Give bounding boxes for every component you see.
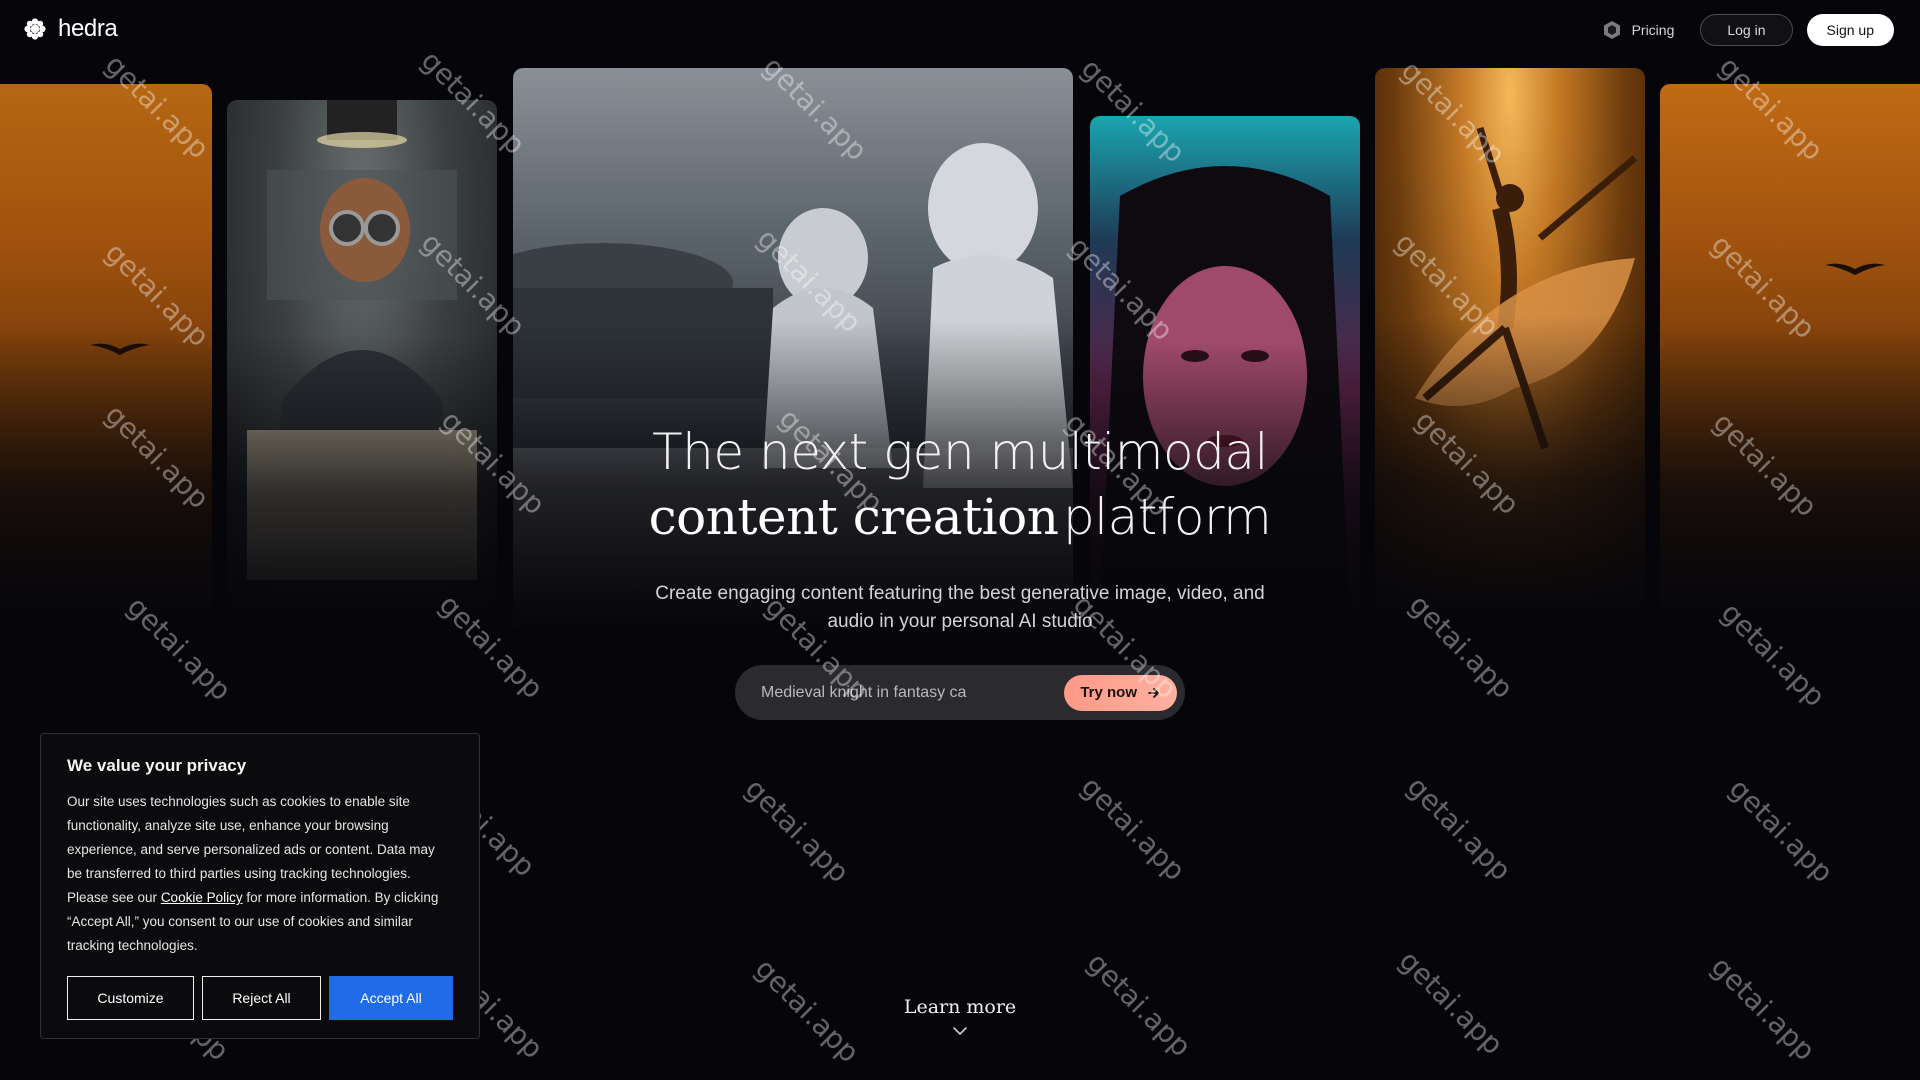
- try-now-label: Try now: [1080, 684, 1137, 701]
- login-button[interactable]: Log in: [1700, 14, 1793, 46]
- reject-all-button[interactable]: Reject All: [202, 976, 321, 1020]
- cookie-body: Our site uses technologies such as cooki…: [67, 790, 453, 958]
- bird-icon: [1825, 263, 1885, 275]
- hero-title-serif: content creation: [648, 488, 1059, 546]
- logo[interactable]: hedra: [24, 15, 118, 43]
- hedra-logo-icon: [24, 18, 46, 40]
- hero-title-line2: content creation platform: [0, 484, 1920, 563]
- watermark: getai.app: [1074, 770, 1192, 888]
- hero-title-line1: The next gen multimodal: [652, 423, 1268, 481]
- hero-title: The next gen multimodal content creation…: [0, 420, 1920, 563]
- pricing-link[interactable]: Pricing: [1602, 20, 1675, 40]
- chevron-down-icon: [953, 1027, 967, 1036]
- top-nav: hedra Pricing Log in Sign up: [0, 0, 1920, 60]
- nav-actions: Pricing Log in Sign up: [1602, 14, 1894, 46]
- brand-name: hedra: [58, 15, 118, 42]
- prompt-input[interactable]: [735, 683, 1065, 702]
- try-now-button[interactable]: Try now: [1064, 674, 1177, 711]
- watermark: getai.app: [738, 772, 856, 890]
- accept-all-button[interactable]: Accept All: [329, 976, 453, 1020]
- pricing-label: Pricing: [1631, 22, 1675, 38]
- hexagon-icon: [1603, 21, 1620, 39]
- cookie-body-text: Our site uses technologies such as cooki…: [67, 794, 435, 905]
- cookie-banner: We value your privacy Our site uses tech…: [40, 733, 480, 1039]
- signup-button[interactable]: Sign up: [1806, 14, 1894, 46]
- page: hedra Pricing Log in Sign up The next ge…: [0, 0, 1920, 1080]
- cookie-actions: Customize Reject All Accept All: [67, 976, 453, 1020]
- watermark: getai.app: [1400, 770, 1518, 888]
- hero-title-sans: platform: [1062, 488, 1272, 546]
- watermark: getai.app: [1722, 772, 1840, 890]
- cookie-title: We value your privacy: [67, 756, 247, 775]
- arrow-right-icon: [1148, 687, 1159, 698]
- prompt-bar: Try now: [735, 665, 1185, 720]
- hero-subtitle-line1: Create engaging content featuring the be…: [655, 583, 1265, 604]
- cookie-policy-link[interactable]: Cookie Policy: [161, 890, 243, 905]
- hero-subtitle: Create engaging content featuring the be…: [0, 580, 1920, 636]
- customize-button[interactable]: Customize: [67, 976, 194, 1020]
- hero-subtitle-line2: audio in your personal AI studio: [827, 611, 1093, 632]
